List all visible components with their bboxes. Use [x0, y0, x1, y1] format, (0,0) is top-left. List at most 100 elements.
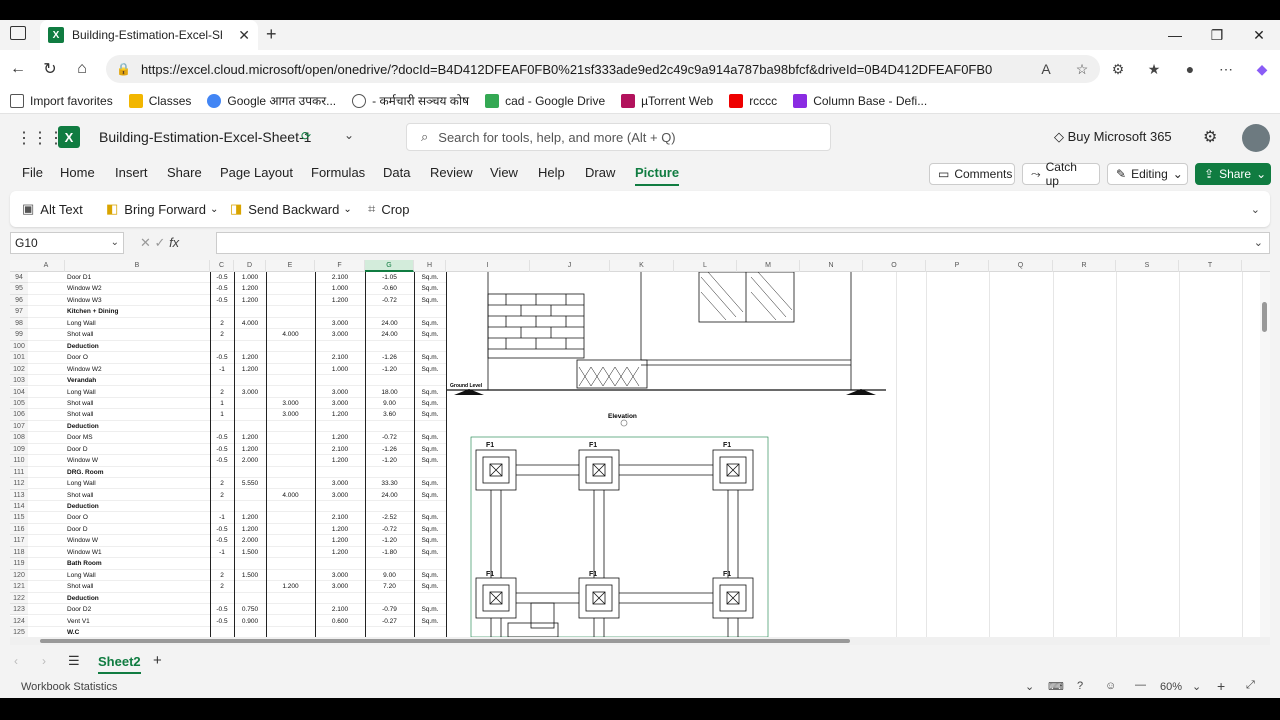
column-header-j[interactable]: J — [530, 260, 610, 272]
fav-google[interactable]: Google आगत उपकर... — [207, 92, 336, 109]
restore-icon[interactable]: ❐ — [1196, 20, 1238, 50]
cell-b[interactable]: Verandah — [67, 375, 207, 386]
cell-c[interactable]: -1 — [210, 547, 234, 558]
cell-d[interactable]: 1.500 — [234, 547, 266, 558]
search-input[interactable]: ⌕ Search for tools, help, and more (Alt … — [406, 123, 831, 151]
cell-g[interactable]: 18.00 — [365, 387, 414, 398]
cell-f[interactable]: 3.000 — [315, 581, 365, 592]
row-header[interactable]: 101 — [10, 352, 28, 364]
name-box[interactable]: G10 ⌄ — [10, 232, 124, 254]
workbook-statistics[interactable]: Workbook Statistics — [21, 681, 117, 693]
formula-input[interactable]: ⌄ — [216, 232, 1270, 254]
cell-g[interactable] — [365, 306, 414, 317]
cell-g[interactable] — [365, 627, 414, 637]
tab-help[interactable]: Help — [538, 165, 565, 180]
cell-c[interactable] — [210, 421, 234, 432]
cell-b[interactable]: Vent V1 — [67, 616, 207, 627]
cell-h[interactable]: Sq.m. — [414, 318, 446, 329]
alt-text-button[interactable]: ▣ Alt Text — [22, 201, 83, 217]
read-aloud-icon[interactable]: A — [1028, 61, 1064, 77]
cell-d[interactable]: 1.200 — [234, 512, 266, 523]
row-header[interactable]: 121 — [10, 581, 28, 593]
column-header-f[interactable]: F — [315, 260, 365, 272]
row-header[interactable]: 108 — [10, 432, 28, 444]
cell-f[interactable] — [315, 306, 365, 317]
row-header[interactable]: 119 — [10, 558, 28, 570]
cell-c[interactable] — [210, 341, 234, 352]
cell-d[interactable] — [234, 593, 266, 604]
row-header[interactable]: 116 — [10, 523, 28, 536]
cell-h[interactable] — [414, 627, 446, 637]
row-header[interactable]: 98 — [10, 317, 28, 330]
row-header[interactable]: 115 — [10, 512, 28, 524]
column-header-h[interactable]: H — [414, 260, 446, 272]
cell-h[interactable] — [414, 306, 446, 317]
cell-e[interactable] — [266, 512, 315, 523]
cell-e[interactable] — [266, 558, 315, 569]
cell-h[interactable]: Sq.m. — [414, 478, 446, 489]
cell-e[interactable]: 4.000 — [266, 329, 315, 340]
cell-f[interactable]: 3.000 — [315, 387, 365, 398]
cell-e[interactable] — [266, 341, 315, 352]
cell-c[interactable]: -0.5 — [210, 272, 234, 283]
cell-b[interactable]: Deduction — [67, 341, 207, 352]
row-header[interactable]: 118 — [10, 546, 28, 559]
cell-b[interactable]: Window W — [67, 535, 207, 546]
fullscreen-icon[interactable]: ⤢ — [1246, 679, 1255, 692]
cell-g[interactable]: -0.72 — [365, 295, 414, 306]
copilot-icon[interactable]: ◆ — [1244, 61, 1280, 78]
cell-c[interactable]: 2 — [210, 490, 234, 501]
buy-m365-link[interactable]: ◇ Buy Microsoft 365 — [1054, 129, 1172, 145]
cell-g[interactable] — [365, 501, 414, 512]
cell-f[interactable] — [315, 341, 365, 352]
cell-f[interactable] — [315, 593, 365, 604]
cell-d[interactable] — [234, 306, 266, 317]
cell-e[interactable] — [266, 295, 315, 306]
cell-f[interactable]: 2.100 — [315, 512, 365, 523]
tab-draw[interactable]: Draw — [585, 165, 615, 180]
refresh-icon[interactable]: ↻ — [34, 59, 66, 79]
cell-b[interactable]: Shot wall — [67, 581, 207, 592]
cell-d[interactable]: 1.200 — [234, 444, 266, 455]
cell-f[interactable]: 2.100 — [315, 444, 365, 455]
cell-f[interactable]: 3.000 — [315, 570, 365, 581]
cell-b[interactable]: Shot wall — [67, 329, 207, 340]
cell-d[interactable]: 1.200 — [234, 432, 266, 443]
cell-g[interactable] — [365, 421, 414, 432]
cell-h[interactable]: Sq.m. — [414, 364, 446, 375]
vertical-scrollbar[interactable] — [1260, 272, 1270, 637]
column-header-o[interactable]: O — [863, 260, 926, 272]
cell-d[interactable]: 1.200 — [234, 524, 266, 535]
lock-icon[interactable]: 🔒 — [116, 62, 131, 76]
cell-c[interactable]: -1 — [210, 364, 234, 375]
cell-d[interactable]: 5.550 — [234, 478, 266, 489]
cell-d[interactable] — [234, 581, 266, 592]
cell-c[interactable]: 2 — [210, 581, 234, 592]
fav-classes[interactable]: Classes — [128, 93, 191, 108]
cell-h[interactable]: Sq.m. — [414, 524, 446, 535]
cell-g[interactable] — [365, 341, 414, 352]
excel-logo-icon[interactable]: X — [58, 126, 80, 148]
cell-h[interactable]: Sq.m. — [414, 444, 446, 455]
row-header[interactable]: 96 — [10, 294, 28, 307]
cell-e[interactable] — [266, 375, 315, 386]
row-header[interactable]: 124 — [10, 615, 28, 627]
cell-e[interactable]: 4.000 — [266, 490, 315, 501]
row-header[interactable]: 122 — [10, 592, 28, 605]
cell-h[interactable]: Sq.m. — [414, 329, 446, 340]
cell-e[interactable] — [266, 524, 315, 535]
cell-h[interactable]: Sq.m. — [414, 512, 446, 523]
cell-h[interactable]: Sq.m. — [414, 581, 446, 592]
cell-c[interactable] — [210, 558, 234, 569]
column-header-m[interactable]: M — [737, 260, 800, 272]
cell-c[interactable]: -0.5 — [210, 432, 234, 443]
column-header-g[interactable]: G — [365, 260, 414, 272]
row-header[interactable]: 105 — [10, 397, 28, 410]
fav-rcccc[interactable]: rcccc — [729, 93, 777, 108]
cell-h[interactable]: Sq.m. — [414, 398, 446, 409]
row-header[interactable]: 110 — [10, 455, 28, 467]
sheet-tab-sheet2[interactable]: Sheet2 — [98, 654, 141, 674]
cell-g[interactable]: -0.72 — [365, 524, 414, 535]
cell-f[interactable]: 3.000 — [315, 398, 365, 409]
cell-c[interactable]: 2 — [210, 318, 234, 329]
